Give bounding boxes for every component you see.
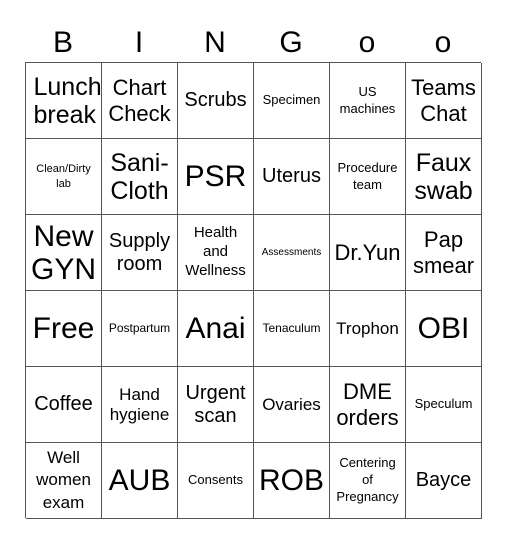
bingo-header: B I N G o o <box>25 24 481 62</box>
bingo-cell[interactable]: Speculum <box>406 367 482 443</box>
bingo-cell[interactable]: Ovaries <box>254 367 330 443</box>
bingo-cell[interactable]: Chart Check <box>102 63 178 139</box>
cell-label: Pap smear <box>412 227 475 278</box>
bingo-cell[interactable]: Anai <box>178 291 254 367</box>
cell-label: ROB <box>258 464 324 497</box>
bingo-cell[interactable]: AUB <box>102 443 178 519</box>
cell-label: Trophon <box>336 318 399 338</box>
cell-label: AUB <box>108 464 171 497</box>
header-letter-o2: o <box>434 26 452 59</box>
cell-label: Urgent scan <box>185 381 246 427</box>
bingo-cell[interactable]: Pap smear <box>406 215 482 291</box>
bingo-cell[interactable]: Supply room <box>102 215 178 291</box>
bingo-cell[interactable]: Procedure team <box>330 139 406 215</box>
bingo-cell[interactable]: Teams Chat <box>406 63 482 139</box>
cell-label: Free <box>32 312 95 345</box>
bingo-cell[interactable]: Well women exam <box>26 443 102 519</box>
cell-label: Bayce <box>415 469 472 491</box>
bingo-cell[interactable]: Lunch break <box>26 63 102 139</box>
header-letter-g: G <box>279 26 303 59</box>
cell-label: PSR <box>184 160 247 193</box>
cell-label: Centering of Pregnancy <box>336 455 399 504</box>
bingo-cell[interactable]: Coffee <box>26 367 102 443</box>
bingo-cell[interactable]: New GYN <box>26 215 102 291</box>
bingo-cell[interactable]: Faux swab <box>406 139 482 215</box>
bingo-cell[interactable]: Centering of Pregnancy <box>330 443 406 519</box>
cell-label: Scrubs <box>184 89 247 111</box>
bingo-cell[interactable]: OBI <box>406 291 482 367</box>
cell-label: Consents <box>188 472 243 488</box>
bingo-cell[interactable]: Specimen <box>254 63 330 139</box>
cell-label: Well women exam <box>36 448 91 512</box>
cell-label: New GYN <box>30 219 96 286</box>
bingo-cell[interactable]: Scrubs <box>178 63 254 139</box>
bingo-cell[interactable]: Bayce <box>406 443 482 519</box>
cell-label: Dr.Yun <box>334 239 401 265</box>
bingo-cell[interactable]: Tenaculum <box>254 291 330 367</box>
cell-label: Uterus <box>262 165 321 187</box>
cell-label: Hand hygiene <box>109 384 170 424</box>
cell-label: Procedure team <box>337 160 398 192</box>
bingo-cell[interactable]: Uterus <box>254 139 330 215</box>
header-letter-o1: o <box>358 26 376 59</box>
bingo-cell[interactable]: PSR <box>178 139 254 215</box>
bingo-cell[interactable]: Dr.Yun <box>330 215 406 291</box>
cell-label: Health and Wellness <box>185 224 246 279</box>
bingo-cell[interactable]: Free <box>26 291 102 367</box>
header-letter-b: B <box>52 26 73 59</box>
bingo-cell[interactable]: US machines <box>330 63 406 139</box>
bingo-cell[interactable]: Hand hygiene <box>102 367 178 443</box>
bingo-cell[interactable]: Health and Wellness <box>178 215 254 291</box>
cell-label: Faux swab <box>414 148 473 205</box>
header-letter-n: N <box>204 26 226 59</box>
bingo-cell[interactable]: ROB <box>254 443 330 519</box>
bingo-cell[interactable]: Clean/Dirty lab <box>26 139 102 215</box>
cell-label: OBI <box>417 312 470 345</box>
bingo-cell[interactable]: Assessments <box>254 215 330 291</box>
cell-label: Speculum <box>414 396 473 412</box>
cell-label: Chart Check <box>108 75 171 126</box>
cell-label: Sani-Cloth <box>110 148 169 205</box>
bingo-cell[interactable]: Urgent scan <box>178 367 254 443</box>
cell-label: Assessments <box>261 247 322 258</box>
bingo-cell[interactable]: Consents <box>178 443 254 519</box>
cell-label: Teams Chat <box>411 75 476 126</box>
bingo-grid: Lunch break Chart Check Scrubs Specimen … <box>25 62 482 519</box>
bingo-cell[interactable]: Postpartum <box>102 291 178 367</box>
cell-label: Coffee <box>34 393 93 415</box>
bingo-cell[interactable]: Sani-Cloth <box>102 139 178 215</box>
cell-label: Tenaculum <box>262 321 321 336</box>
cell-label: DME orders <box>336 379 399 430</box>
cell-label: Anai <box>185 312 246 345</box>
cell-label: Specimen <box>262 92 321 108</box>
cell-label: Postpartum <box>108 321 171 336</box>
bingo-cell[interactable]: Trophon <box>330 291 406 367</box>
cell-label: Lunch break <box>33 72 102 129</box>
header-letter-i: I <box>134 26 144 59</box>
cell-label: US machines <box>339 84 396 116</box>
cell-label: Clean/Dirty lab <box>36 163 91 190</box>
cell-label: Supply room <box>108 229 171 275</box>
bingo-cell[interactable]: DME orders <box>330 367 406 443</box>
cell-label: Ovaries <box>262 394 321 414</box>
